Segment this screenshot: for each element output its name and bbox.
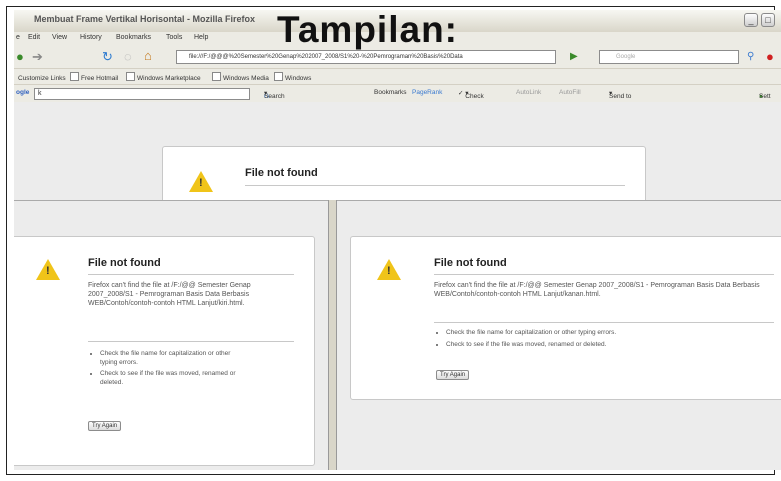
left-frame: ! File not found Firefox can't find the … [14,200,328,470]
forward-icon[interactable]: ➔ [32,49,43,65]
google-check-button[interactable]: ✓ Check ▾ [458,89,484,100]
error-message: Firefox can't find the file at /F:/@@ Se… [88,282,251,307]
warning-icon: ! [189,171,213,192]
stop-sign-icon[interactable]: ● [766,49,774,65]
search-icon[interactable]: ⚲ [747,49,754,65]
reload-icon[interactable]: ↻ [102,49,113,65]
list-item: Check to see if the file was moved, rena… [446,341,776,350]
divider [88,341,294,342]
bookmark-windows-marketplace[interactable]: Windows Marketplace [126,72,201,82]
bookmark-free-hotmail[interactable]: Free Hotmail [70,72,118,82]
suggestion-list: Check the file name for capitalization o… [88,350,240,390]
top-frame: ! File not found [14,102,781,218]
try-again-button[interactable]: Try Again [88,421,122,431]
error-message: Firefox can't find the file at /F:/@@ Se… [434,282,760,298]
google-logo: ogle [16,89,30,96]
divider [88,274,294,275]
google-search-input[interactable]: k [34,88,250,100]
divider [245,185,625,186]
maximize-button[interactable]: □ [761,13,775,27]
google-search-button[interactable]: G Search ▾ [264,89,285,100]
menu-edit[interactable]: Edit [28,34,40,41]
bookmark-windows[interactable]: Windows [274,72,311,82]
google-pagerank: PageRank [412,89,443,96]
warning-icon: ! [36,259,60,280]
error-card: ! File not found Firefox can't find the … [350,236,781,400]
browser-screenshot: Membuat Frame Vertikal Horisontal - Mozi… [14,10,781,470]
suggestion-list: Check the file name for capitalization o… [434,329,776,352]
divider [434,322,774,323]
google-bookmarks-button[interactable]: Bookmarks [374,89,407,96]
list-item: Check the file name for capitalization o… [446,329,776,338]
try-again-button[interactable]: Try Again [436,370,470,380]
menu-history[interactable]: History [80,34,102,41]
back-icon[interactable]: ● [16,49,24,65]
bookmark-windows-media[interactable]: Windows Media [212,72,269,82]
list-item: Check the file name for capitalization o… [100,350,240,367]
menu-view[interactable]: View [52,34,67,41]
google-send-to-button[interactable]: Send to ▾ [609,89,631,100]
menu-help[interactable]: Help [194,34,208,41]
error-card: ! File not found Firefox can't find the … [14,236,315,466]
go-icon[interactable]: ▶ [570,49,578,65]
stop-icon[interactable]: ◌ [124,49,132,65]
google-autolink-button[interactable]: AutoLink [516,89,541,96]
divider [434,274,774,275]
google-toolbar: ogle k G Search ▾ Bookmarks PageRank ✓ C… [14,84,781,103]
menu-tools[interactable]: Tools [166,34,182,41]
frame-splitter[interactable] [328,200,337,470]
search-input[interactable]: Google [599,50,739,64]
menu-file-partial[interactable]: e [16,34,20,41]
error-title: File not found [245,167,318,179]
error-title: File not found [88,257,161,269]
list-item: Check to see if the file was moved, rena… [100,370,240,387]
right-frame: ! File not found Firefox can't find the … [337,200,781,470]
bookmarks-toolbar: Customize Links Free Hotmail Windows Mar… [14,68,781,85]
window-title: Membuat Frame Vertikal Horisontal - Mozi… [34,14,256,24]
minimize-button[interactable]: _ [744,13,758,27]
warning-icon: ! [377,259,401,280]
url-bar[interactable]: file:///F:/@@@%20Semester%20Genap%202007… [176,50,556,64]
menu-bookmarks[interactable]: Bookmarks [116,34,151,41]
home-icon[interactable]: ⌂ [144,48,152,64]
google-autofill-button[interactable]: AutoFill [559,89,581,96]
slide-title: Tampilan: [277,9,458,50]
error-title: File not found [434,257,507,269]
